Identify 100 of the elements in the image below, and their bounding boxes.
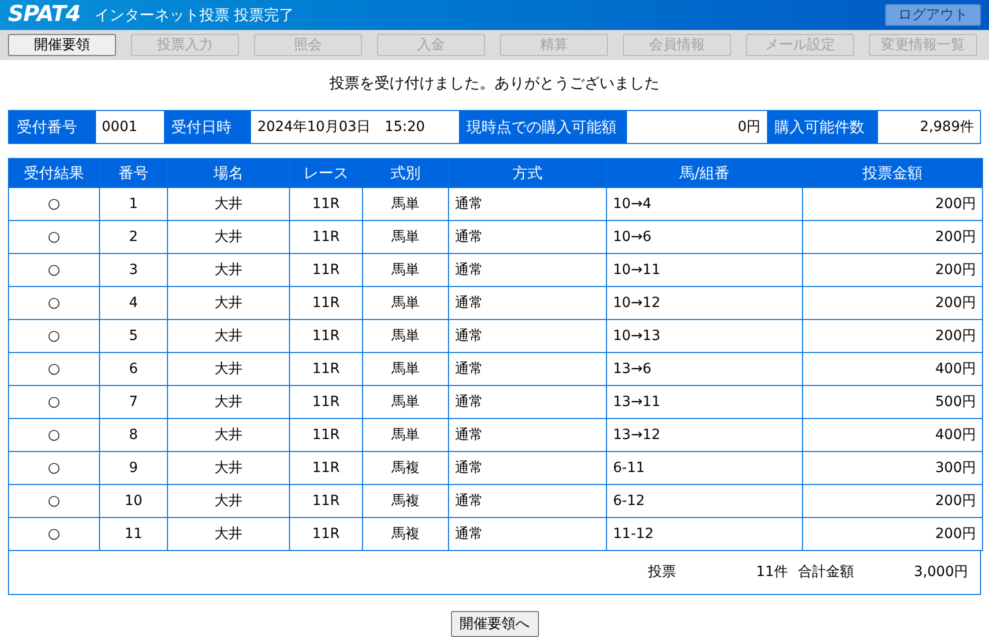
- total-amount: 3,000円: [912, 563, 968, 582]
- table-cell: 大井: [168, 220, 290, 254]
- table-cell: 10→4: [606, 188, 802, 220]
- table-cell: ○: [8, 188, 100, 220]
- table-cell: 馬単: [362, 254, 448, 286]
- table-cell: 大井: [168, 254, 290, 286]
- table-cell: 11R: [290, 518, 362, 550]
- info-label: 現時点での購入可能額: [458, 111, 628, 143]
- confirmation-message: 投票を受け付けました。ありがとうございました: [328, 73, 660, 94]
- table-cell: 馬複: [362, 484, 448, 518]
- table-cell: 馬単: [362, 418, 448, 452]
- table-cell: 200円: [802, 518, 982, 550]
- table-cell: 11R: [290, 254, 362, 286]
- info-value: 2024年10月03日 15:20: [256, 118, 426, 136]
- table-cell: 200円: [802, 220, 982, 254]
- table-cell: 通常: [448, 352, 606, 386]
- table-cell: 10→12: [606, 286, 802, 320]
- table-cell: 11: [100, 518, 168, 550]
- table-cell: 馬複: [362, 452, 448, 484]
- table-cell: 300円: [802, 452, 982, 484]
- table-cell: 10→11: [606, 254, 802, 286]
- table-cell: 馬単: [362, 320, 448, 352]
- window-title: インターネット投票 投票完了: [94, 4, 294, 26]
- nav-button[interactable]: 開催要領: [8, 34, 116, 56]
- table-cell: 2: [100, 220, 168, 254]
- table-cell: 馬単: [362, 220, 448, 254]
- table-cell: 大井: [168, 418, 290, 452]
- table-cell: 400円: [802, 352, 982, 386]
- table-cell: 11-12: [606, 518, 802, 550]
- info-label: 購入可能件数: [766, 111, 878, 143]
- table-cell: 11R: [290, 320, 362, 352]
- table-cell: 10→6: [606, 220, 802, 254]
- table-cell: ○: [8, 386, 100, 418]
- votes-label: 投票: [648, 563, 677, 582]
- column-header: 投票金額: [802, 158, 982, 188]
- table-cell: ○: [8, 220, 100, 254]
- table-cell: 1: [100, 188, 168, 220]
- table-cell: 5: [100, 320, 168, 352]
- table-cell: 11R: [290, 452, 362, 484]
- table-cell: 6-11: [606, 452, 802, 484]
- table-cell: 200円: [802, 286, 982, 320]
- table-cell: ○: [8, 286, 100, 320]
- table-cell: 4: [100, 286, 168, 320]
- table-cell: 200円: [802, 254, 982, 286]
- info-value: 2,989件: [918, 118, 975, 136]
- table-cell: 通常: [448, 320, 606, 352]
- table-cell: 400円: [802, 418, 982, 452]
- table-cell: ○: [8, 320, 100, 352]
- table-cell: ○: [8, 254, 100, 286]
- table-cell: ○: [8, 452, 100, 484]
- column-header: 式別: [362, 158, 448, 188]
- table-cell: 200円: [802, 320, 982, 352]
- table-cell: 13→12: [606, 418, 802, 452]
- column-header: 番号: [100, 158, 168, 188]
- table-cell: 馬単: [362, 386, 448, 418]
- table-cell: ○: [8, 418, 100, 452]
- info-label: 受付番号: [9, 111, 96, 143]
- table-cell: 13→6: [606, 352, 802, 386]
- table-cell: 大井: [168, 452, 290, 484]
- table-cell: 6-12: [606, 484, 802, 518]
- table-cell: 大井: [168, 188, 290, 220]
- table-cell: 6: [100, 352, 168, 386]
- votes-count: 11件: [755, 563, 788, 582]
- column-header: レース: [290, 158, 362, 188]
- table-cell: 大井: [168, 320, 290, 352]
- table-cell: ○: [8, 352, 100, 386]
- table-cell: 7: [100, 386, 168, 418]
- table-cell: 大井: [168, 484, 290, 518]
- total-label: 合計金額: [798, 563, 855, 582]
- table-cell: 10: [100, 484, 168, 518]
- table-cell: 11R: [290, 286, 362, 320]
- table-cell: 11R: [290, 220, 362, 254]
- table-cell: 馬複: [362, 518, 448, 550]
- table-cell: 通常: [448, 386, 606, 418]
- logo: SPAT4: [8, 4, 80, 26]
- table-cell: 3: [100, 254, 168, 286]
- table-cell: 9: [100, 452, 168, 484]
- table-cell: 通常: [448, 518, 606, 550]
- info-label: 受付日時: [164, 111, 252, 143]
- table-cell: 11R: [290, 386, 362, 418]
- table-cell: 通常: [448, 484, 606, 518]
- column-header: 馬/組番: [606, 158, 802, 188]
- table-cell: 200円: [802, 188, 982, 220]
- table-cell: 馬単: [362, 286, 448, 320]
- table-cell: 11R: [290, 188, 362, 220]
- table-cell: 通常: [448, 220, 606, 254]
- table-cell: 馬単: [362, 188, 448, 220]
- table-cell: ○: [8, 484, 100, 518]
- table-cell: 大井: [168, 386, 290, 418]
- table-cell: 通常: [448, 188, 606, 220]
- table-cell: 11R: [290, 418, 362, 452]
- back-button[interactable]: 開催要領へ: [450, 611, 538, 637]
- column-header: 場名: [168, 158, 290, 188]
- table-cell: 500円: [802, 386, 982, 418]
- table-cell: 10→13: [606, 320, 802, 352]
- table-cell: 11R: [290, 484, 362, 518]
- table-cell: 通常: [448, 286, 606, 320]
- table-cell: 通常: [448, 418, 606, 452]
- info-value: 0円: [736, 118, 762, 136]
- table-cell: 大井: [168, 518, 290, 550]
